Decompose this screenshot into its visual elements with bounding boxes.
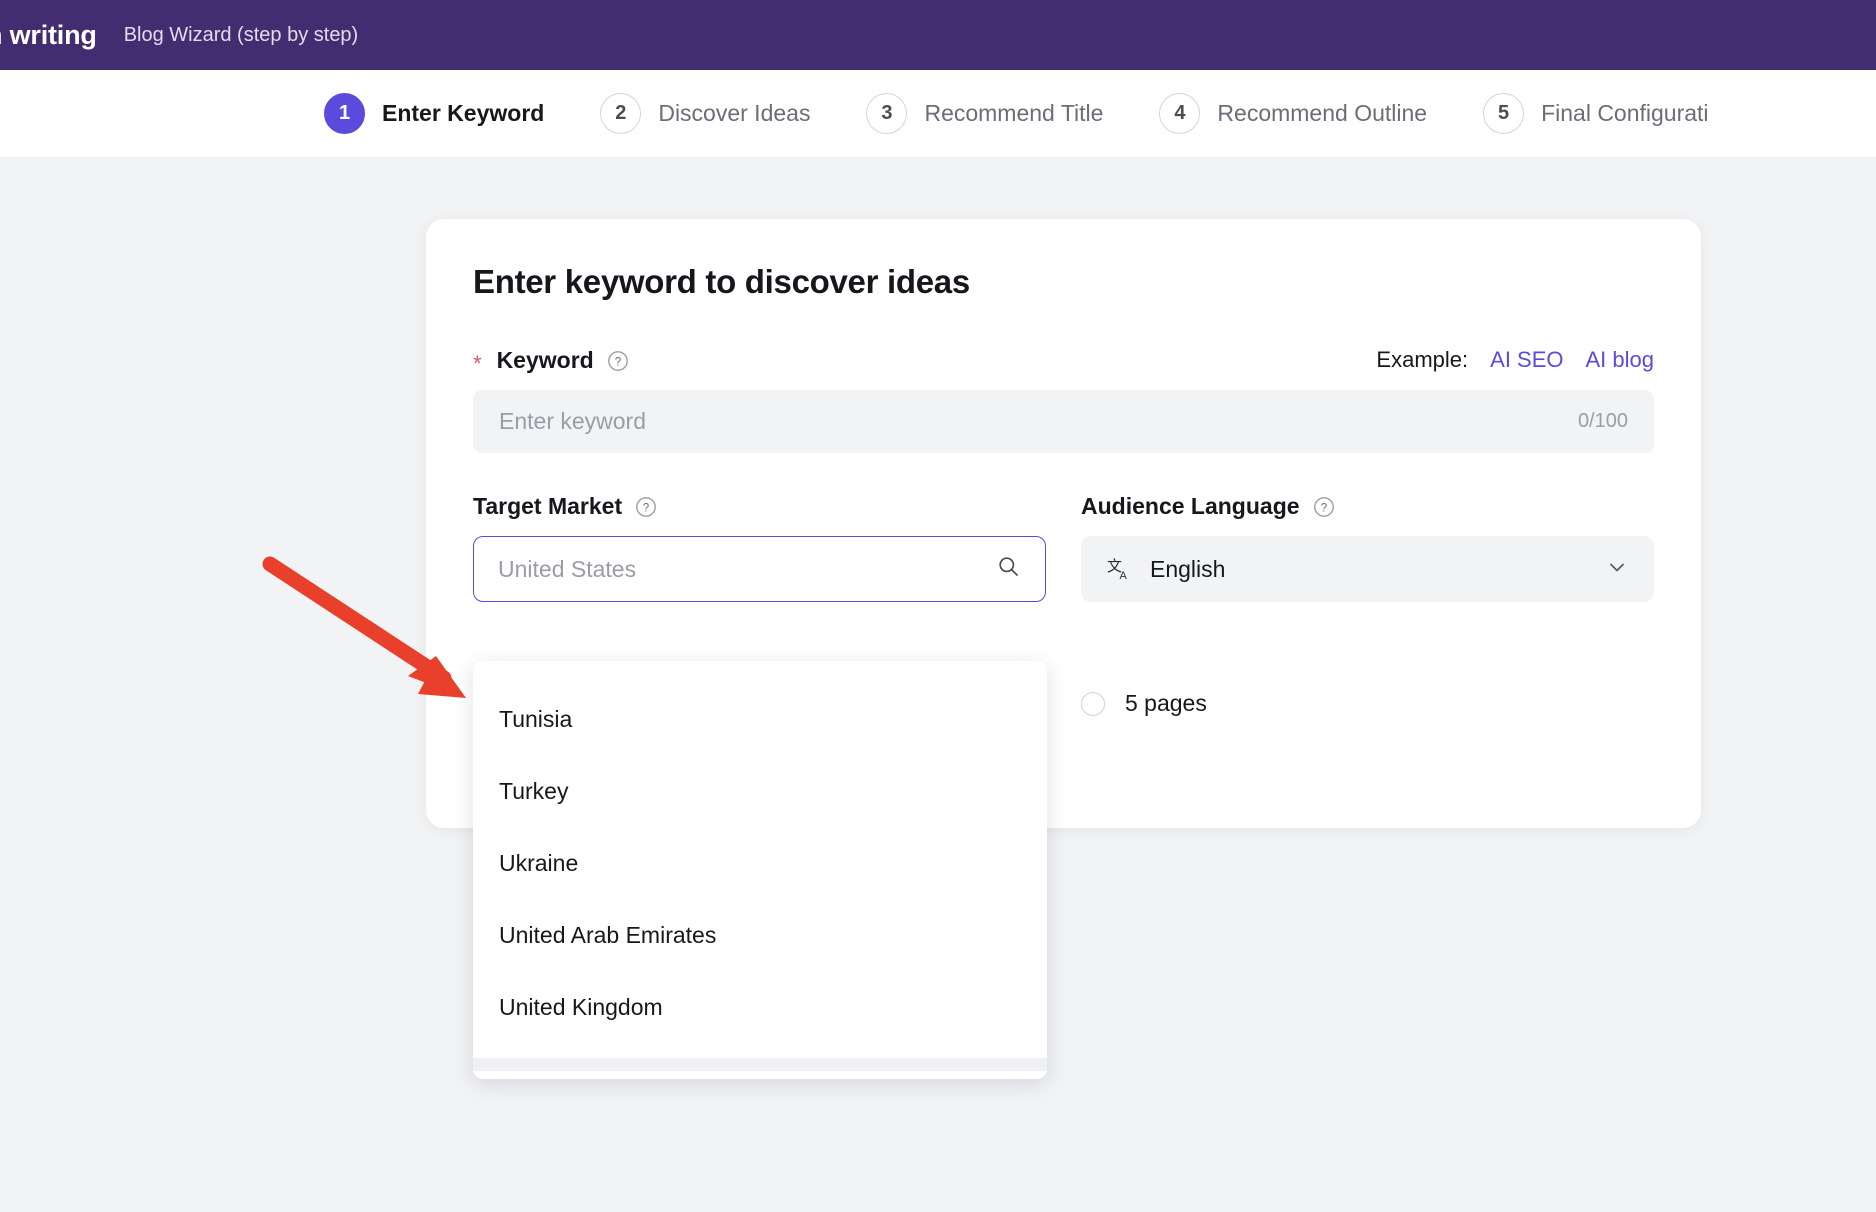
audience-language-label: Audience Language: [1081, 492, 1300, 519]
translate-icon: 文 A: [1106, 556, 1133, 583]
example-link-ai-seo[interactable]: AI SEO: [1490, 347, 1563, 373]
target-market-dropdown[interactable]: Tunisia Turkey Ukraine United Arab Emira…: [473, 661, 1047, 1079]
target-market-search-input[interactable]: United States: [473, 536, 1046, 602]
dropdown-option-ukraine[interactable]: Ukraine: [473, 827, 1047, 899]
audience-language-column: Audience Language ? 文 A English 5 pages: [1081, 491, 1654, 717]
svg-text:?: ?: [615, 356, 621, 368]
audience-language-select[interactable]: 文 A English: [1081, 536, 1654, 602]
step-recommend-title[interactable]: 3 Recommend Title: [866, 93, 1103, 134]
svg-text:?: ?: [643, 502, 649, 514]
keyword-label: Keyword: [496, 346, 594, 373]
chevron-down-icon[interactable]: [1605, 555, 1629, 584]
target-market-label: Target Market: [473, 492, 623, 519]
question-circle-icon[interactable]: ?: [1313, 496, 1335, 518]
step-recommend-outline[interactable]: 4 Recommend Outline: [1159, 93, 1427, 134]
svg-text:?: ?: [1320, 502, 1326, 514]
step-label-3: Recommend Title: [924, 100, 1104, 126]
dropdown-option-united-arab-emirates[interactable]: United Arab Emirates: [473, 899, 1047, 971]
radio-circle-icon[interactable]: [1081, 691, 1105, 716]
app-brand-title: n writing: [0, 19, 97, 50]
svg-text:A: A: [1120, 570, 1128, 582]
step-discover-ideas[interactable]: 2 Discover Ideas: [600, 93, 810, 134]
question-circle-icon[interactable]: ?: [635, 496, 657, 518]
card-title: Enter keyword to discover ideas: [473, 263, 970, 300]
wizard-stepper: 1 Enter Keyword 2 Discover Ideas 3 Recom…: [0, 70, 1876, 158]
target-market-label-row: Target Market ?: [473, 491, 1046, 521]
step-label-2: Discover Ideas: [658, 100, 811, 126]
audience-language-label-group: Audience Language ?: [1081, 493, 1335, 520]
app-header-bar: n writing Blog Wizard (step by step): [0, 0, 1876, 70]
dropdown-option-united-kingdom[interactable]: United Kingdom: [473, 971, 1047, 1043]
step-enter-keyword[interactable]: 1 Enter Keyword: [324, 93, 544, 134]
pages-radio-option[interactable]: 5 pages: [1081, 690, 1654, 717]
dropdown-horizontal-scrollbar[interactable]: [473, 1058, 1047, 1071]
dropdown-option-turkey[interactable]: Turkey: [473, 755, 1047, 827]
audience-language-label-row: Audience Language ?: [1081, 491, 1654, 521]
example-label: Example:: [1376, 347, 1469, 372]
question-circle-icon[interactable]: ?: [607, 350, 629, 372]
pages-radio-label: 5 pages: [1125, 690, 1207, 716]
step-final-configuration[interactable]: 5 Final Configurati: [1483, 93, 1709, 134]
step-label-5: Final Configurati: [1541, 100, 1709, 126]
keyword-examples: Example: AI SEO AI blog: [1376, 347, 1654, 373]
step-label-1: Enter Keyword: [382, 100, 545, 126]
search-icon[interactable]: [996, 554, 1021, 584]
target-market-placeholder: United States: [498, 555, 637, 582]
keyword-label-group: * Keyword ?: [473, 346, 629, 376]
step-label-4: Recommend Outline: [1217, 100, 1428, 126]
step-number-1: 1: [324, 93, 365, 134]
keyword-char-counter: 0/100: [1577, 410, 1628, 432]
example-link-ai-blog[interactable]: AI blog: [1586, 347, 1655, 373]
dropdown-option-tunisia[interactable]: Tunisia: [473, 683, 1047, 755]
step-number-3: 3: [866, 93, 908, 134]
step-number-4: 4: [1159, 93, 1201, 134]
step-number-2: 2: [600, 93, 642, 134]
keyword-label-row: * Keyword ? Example: AI SEO AI blog: [473, 345, 1654, 375]
step-number-5: 5: [1483, 93, 1525, 134]
target-market-label-group: Target Market ?: [473, 493, 657, 520]
required-asterisk: *: [473, 351, 482, 376]
audience-language-value: English: [1150, 555, 1226, 582]
keyword-input[interactable]: Enter keyword 0/100: [473, 390, 1654, 453]
keyword-input-placeholder: Enter keyword: [499, 408, 647, 434]
app-header-subtitle: Blog Wizard (step by step): [123, 23, 359, 46]
